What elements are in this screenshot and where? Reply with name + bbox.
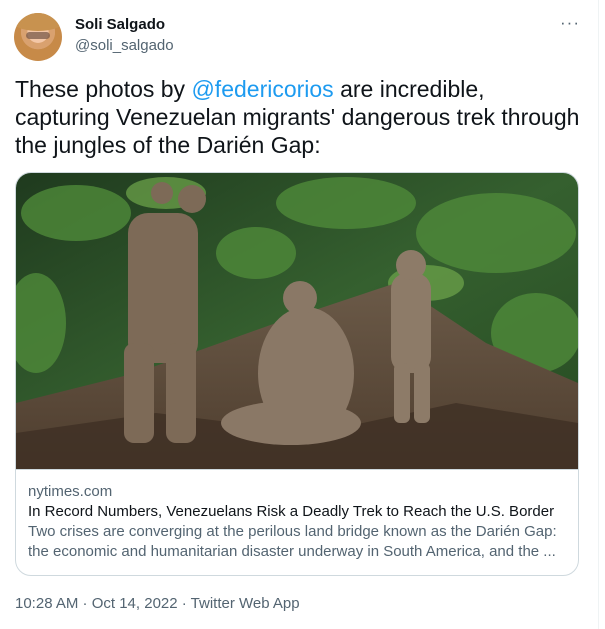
link-card[interactable]: nytimes.com In Record Numbers, Venezuela…	[15, 172, 579, 576]
card-title[interactable]: In Record Numbers, Venezuelans Risk a De…	[28, 502, 568, 522]
card-image	[16, 173, 578, 470]
more-horizontal-icon[interactable]: ···	[557, 14, 583, 36]
tweet-text-before: These photos by	[15, 76, 192, 102]
author-name[interactable]: Soli Salgado	[75, 15, 165, 35]
tweet-text: These photos by @federicorios are incred…	[15, 75, 585, 159]
card-description: Two crises are converging at the perilou…	[28, 523, 557, 560]
author-avatar[interactable]	[14, 13, 62, 61]
mention-link[interactable]: @federicorios	[191, 76, 333, 102]
card-domain: nytimes.com	[28, 483, 113, 500]
tweet-timestamp[interactable]: 10:28 AM · Oct 14, 2022 · Twitter Web Ap…	[15, 594, 300, 614]
card-meta: nytimes.com In Record Numbers, Venezuela…	[28, 482, 568, 562]
tweet: Soli Salgado @soli_salgado ··· These pho…	[0, 0, 599, 629]
author-handle[interactable]: @soli_salgado	[75, 36, 174, 56]
